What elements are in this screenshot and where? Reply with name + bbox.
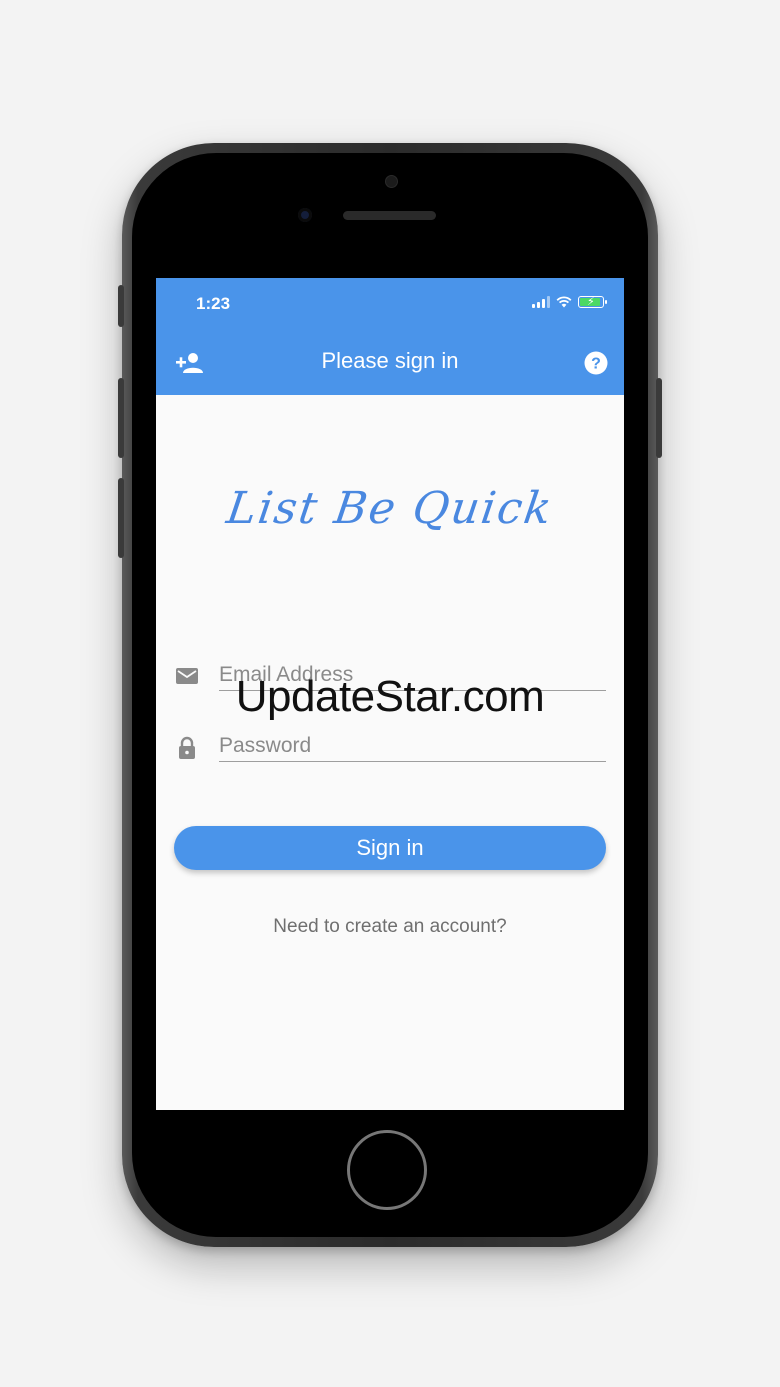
sign-in-button[interactable]: Sign in [174, 826, 606, 870]
wifi-icon [556, 296, 572, 308]
password-field[interactable] [219, 731, 606, 762]
power-button [656, 378, 662, 458]
front-camera [298, 208, 312, 222]
volume-down-button [118, 478, 124, 558]
help-icon[interactable]: ? [584, 351, 608, 375]
home-button[interactable] [347, 1130, 427, 1210]
status-time: 1:23 [196, 294, 231, 313]
page-title: Please sign in [321, 348, 459, 373]
silent-switch [118, 285, 124, 327]
battery-icon: ⚡ [578, 296, 607, 308]
charging-bolt-icon: ⚡ [587, 296, 595, 308]
status-icons: ⚡ [532, 296, 607, 308]
proximity-sensor [385, 175, 398, 188]
lock-icon [179, 736, 195, 759]
watermark: UpdateStar.com [235, 672, 545, 721]
create-account-link[interactable]: Need to create an account? [156, 916, 624, 938]
cellular-signal-icon [532, 296, 550, 308]
app-logo: List Be Quick [223, 483, 557, 534]
app-bar: 1:23 ⚡ Please sign in ? [156, 278, 624, 395]
svg-text:?: ? [591, 356, 601, 373]
earpiece-speaker [343, 211, 436, 220]
volume-up-button [118, 378, 124, 458]
